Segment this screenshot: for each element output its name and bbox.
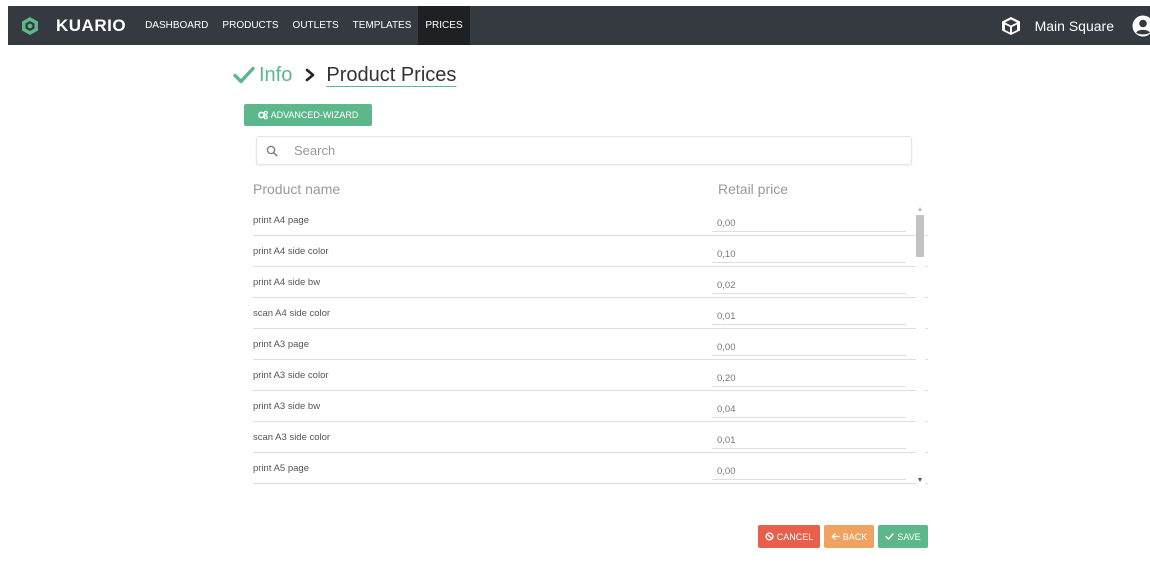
nav-item-dashboard[interactable]: DASHBOARD bbox=[138, 6, 215, 45]
product-name: scan A3 side color bbox=[253, 432, 331, 443]
arrow-left-icon bbox=[831, 533, 840, 540]
user-circle-icon[interactable] bbox=[1132, 15, 1150, 37]
product-name: print A5 page bbox=[253, 463, 309, 474]
table-row: scan A4 side color 0,01 bbox=[253, 298, 928, 329]
retail-price-input[interactable]: 0,00 bbox=[712, 458, 906, 480]
retail-price-input[interactable]: 0,20 bbox=[712, 365, 906, 387]
product-name: print A4 side bw bbox=[253, 277, 321, 288]
product-name: print A4 side color bbox=[253, 246, 329, 257]
advanced-wizard-label: ADVANCED-WIZARD bbox=[270, 110, 359, 120]
search-input[interactable] bbox=[294, 143, 854, 158]
retail-price-input[interactable]: 0,04 bbox=[712, 396, 906, 418]
table-row: print A4 side color 0,10 bbox=[253, 236, 928, 267]
breadcrumb-info[interactable]: Info bbox=[259, 64, 292, 87]
brand-name: KUARIO bbox=[56, 15, 127, 35]
form-actions: CANCEL BACK SAVE bbox=[758, 525, 928, 548]
table-row: print A5 page 0,00 bbox=[253, 453, 928, 484]
nav-item-templates[interactable]: TEMPLATES bbox=[346, 6, 419, 45]
nav-right: Main Square bbox=[1001, 6, 1150, 45]
check-icon bbox=[885, 533, 894, 540]
search-box[interactable] bbox=[256, 136, 912, 165]
table-row: print A3 side color 0,20 bbox=[253, 360, 928, 391]
retail-price-input[interactable]: 0,02 bbox=[712, 272, 906, 294]
retail-price-input[interactable]: 0,01 bbox=[712, 303, 906, 325]
nav-item-outlets[interactable]: OUTLETS bbox=[286, 6, 346, 45]
retail-price-input[interactable]: 0,01 bbox=[712, 427, 906, 449]
product-name: scan A4 side color bbox=[253, 308, 331, 319]
product-name: print A3 side bw bbox=[253, 401, 321, 412]
nav-item-prices[interactable]: PRICES bbox=[418, 6, 470, 45]
product-name: print A3 side color bbox=[253, 370, 329, 381]
breadcrumb: Info Product Prices bbox=[233, 60, 456, 90]
check-icon bbox=[233, 66, 255, 84]
retail-price-input[interactable]: 0,00 bbox=[712, 210, 906, 232]
table-row: scan A3 side color 0,01 bbox=[253, 422, 928, 453]
column-header-retail-price: Retail price bbox=[718, 181, 789, 197]
product-name: print A4 page bbox=[253, 215, 309, 226]
table-scrollbar[interactable] bbox=[916, 205, 925, 487]
gears-icon bbox=[257, 110, 268, 120]
table-row: print A3 page 0,00 bbox=[253, 329, 928, 360]
retail-price-input[interactable]: 0,10 bbox=[712, 241, 906, 263]
retail-price-input[interactable]: 0,00 bbox=[712, 334, 906, 356]
top-navbar: KUARIO DASHBOARD PRODUCTS OUTLETS TEMPLA… bbox=[8, 6, 1150, 45]
price-table: print A4 page 0,00 print A4 side color 0… bbox=[253, 205, 928, 487]
save-button[interactable]: SAVE bbox=[878, 525, 928, 548]
product-name: print A3 page bbox=[253, 339, 309, 350]
back-button[interactable]: BACK bbox=[824, 525, 874, 548]
scroll-up-arrow-icon[interactable] bbox=[918, 207, 922, 211]
cube-icon[interactable] bbox=[1001, 16, 1021, 36]
cancel-button[interactable]: CANCEL bbox=[758, 525, 820, 548]
back-label: BACK bbox=[842, 531, 868, 542]
kuario-logo-icon bbox=[22, 16, 38, 35]
scrollbar-thumb[interactable] bbox=[916, 215, 924, 257]
cancel-label: CANCEL bbox=[776, 531, 814, 542]
nav-item-products[interactable]: PRODUCTS bbox=[215, 6, 285, 45]
page-title: Product Prices bbox=[326, 63, 457, 86]
store-name[interactable]: Main Square bbox=[1035, 18, 1114, 34]
table-row: print A4 side bw 0,02 bbox=[253, 267, 928, 298]
advanced-wizard-button[interactable]: ADVANCED-WIZARD bbox=[244, 104, 372, 126]
save-label: SAVE bbox=[897, 531, 921, 542]
scroll-down-arrow-icon[interactable] bbox=[918, 478, 922, 482]
chevron-right-icon bbox=[306, 68, 315, 82]
search-icon bbox=[266, 145, 278, 157]
table-row: print A3 side bw 0,04 bbox=[253, 391, 928, 422]
brand[interactable]: KUARIO bbox=[8, 6, 138, 45]
column-header-product-name: Product name bbox=[253, 181, 341, 197]
ban-icon bbox=[765, 532, 774, 541]
table-row: print A4 page 0,00 bbox=[253, 205, 928, 236]
